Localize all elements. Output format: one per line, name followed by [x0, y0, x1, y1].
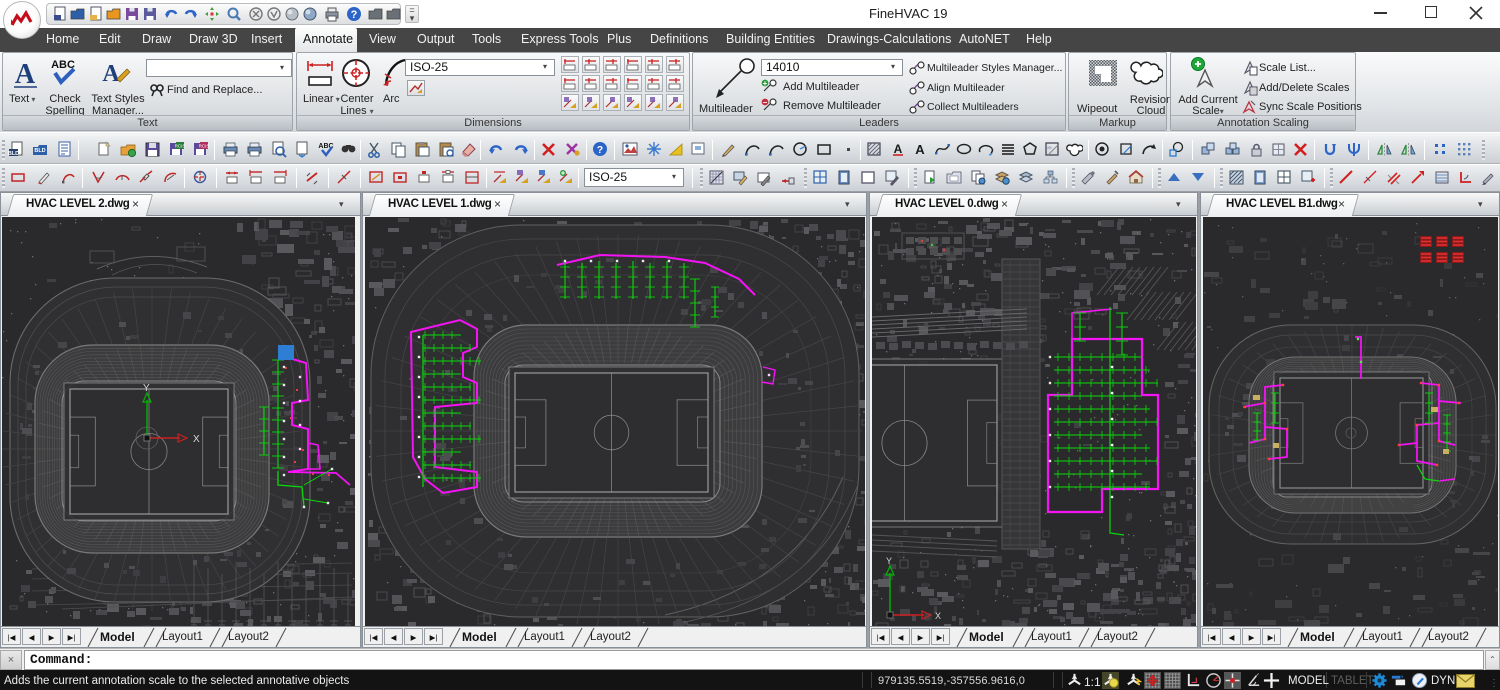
svg-text:BLD: BLD	[8, 151, 19, 157]
svg-text:A: A	[102, 61, 120, 87]
svg-text:?: ?	[597, 144, 603, 156]
svg-text:+: +	[763, 79, 768, 88]
svg-text:RCIS: RCIS	[175, 144, 185, 149]
svg-text:BLD: BLD	[34, 148, 45, 154]
svg-text:X: X	[935, 611, 941, 621]
svg-text:Y: Y	[143, 383, 150, 394]
svg-text:Y: Y	[886, 556, 892, 566]
svg-text:–: –	[763, 98, 768, 107]
svg-text:A: A	[15, 59, 36, 90]
svg-text:A: A	[894, 142, 903, 156]
svg-text:RCIS: RCIS	[199, 144, 209, 149]
svg-text:A: A	[915, 142, 925, 157]
svg-text:?: ?	[351, 9, 358, 21]
svg-text:X: X	[193, 434, 200, 445]
